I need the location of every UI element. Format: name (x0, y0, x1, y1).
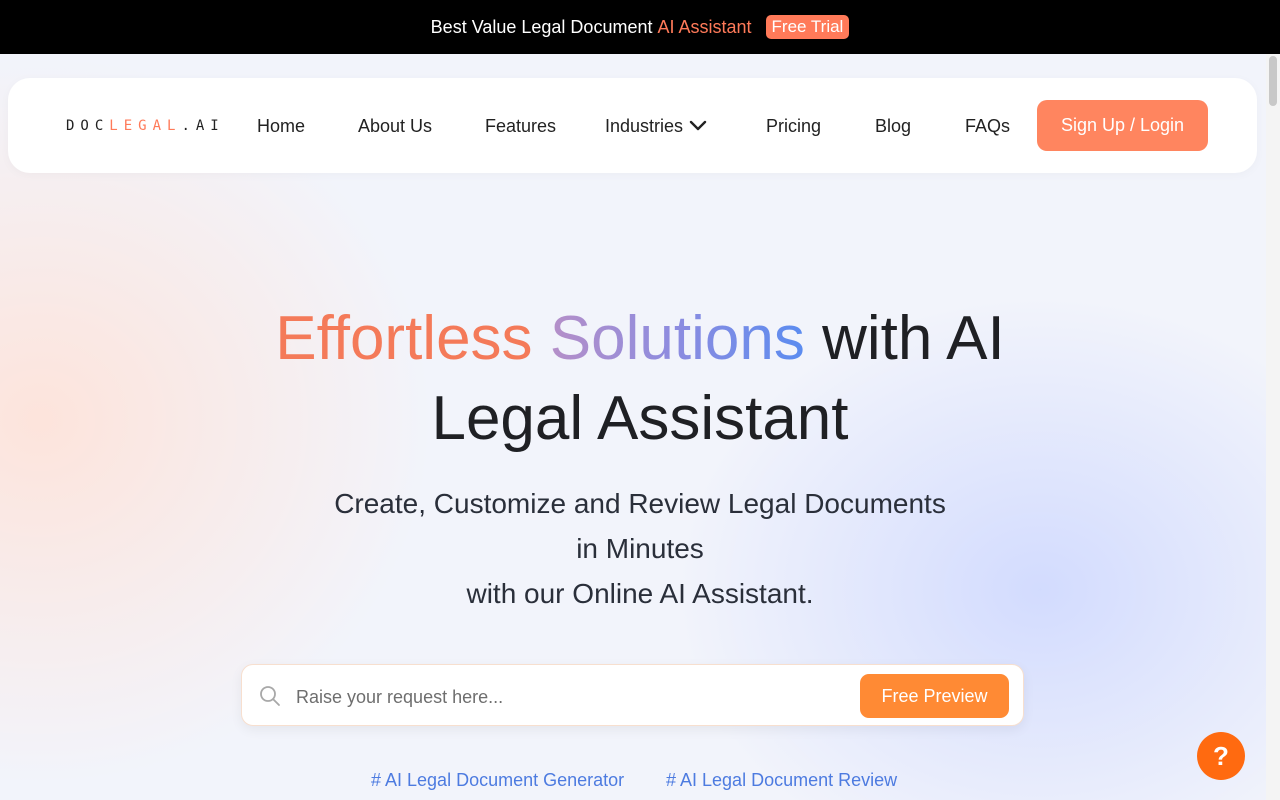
nav-faqs[interactable]: FAQs (965, 115, 1010, 137)
hero-title-solutions: Solutions (549, 304, 805, 373)
tag-document-generator[interactable]: # AI Legal Document Generator (371, 770, 624, 791)
hero-title-with-ai: with AI (822, 304, 1005, 373)
search-input[interactable] (294, 681, 838, 713)
scrollbar-thumb[interactable] (1269, 56, 1277, 106)
free-preview-button[interactable]: Free Preview (860, 674, 1009, 718)
search-icon (260, 686, 280, 706)
scrollbar[interactable] (1266, 54, 1280, 800)
hero-title-line1: Effortless Solutions with AI (0, 300, 1280, 378)
promo-accent: AI Assistant (657, 16, 752, 37)
hero-subtitle-line3: with our Online AI Assistant. (466, 578, 814, 609)
hero-subtitle-line1: Create, Customize and Review Legal Docum… (334, 488, 946, 519)
signup-login-button[interactable]: Sign Up / Login (1037, 100, 1208, 151)
help-icon[interactable]: ? (1197, 732, 1245, 780)
tag-document-review[interactable]: # AI Legal Document Review (666, 770, 897, 791)
search-bar: Free Preview (241, 664, 1024, 726)
hero-subtitle-line2: in Minutes (576, 533, 704, 564)
nav-about-us[interactable]: About Us (358, 115, 432, 137)
nav-pricing[interactable]: Pricing (766, 115, 821, 137)
logo-part-doc: DOC (66, 118, 110, 134)
promo-banner: Best Value Legal Document AI Assistant F… (0, 0, 1280, 54)
promo-text: Best Value Legal Document (430, 16, 653, 37)
free-trial-badge[interactable]: Free Trial (765, 15, 850, 39)
nav-industries[interactable]: Industries (605, 115, 683, 137)
navbar: DOC LEGAL .AI Home About Us Features Ind… (8, 78, 1257, 173)
nav-blog[interactable]: Blog (875, 115, 911, 137)
hero-title-effortless: Effortless (275, 304, 533, 373)
logo-part-ai: .AI (181, 118, 225, 134)
hero-title-line2: Legal Assistant (431, 384, 849, 453)
nav-features[interactable]: Features (485, 115, 556, 137)
chevron-down-icon[interactable] (689, 120, 707, 132)
logo[interactable]: DOC LEGAL .AI (66, 115, 225, 137)
logo-part-legal: LEGAL (109, 118, 182, 134)
nav-home[interactable]: Home (257, 115, 305, 137)
help-label: ? (1213, 740, 1229, 771)
